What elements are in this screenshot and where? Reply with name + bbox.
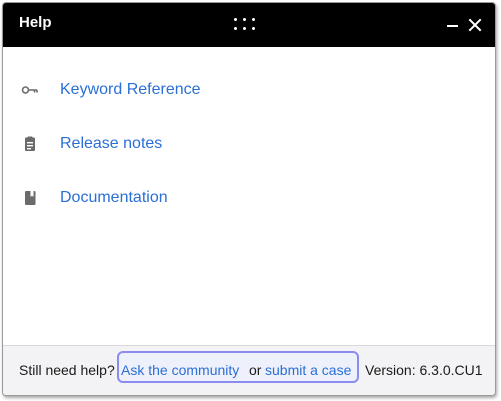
menu-item-label: Keyword Reference [60, 81, 201, 98]
menu-item-documentation[interactable]: Documentation [3, 183, 263, 213]
version-label: Version: 6.3.0.CU1 [365, 362, 483, 378]
title-bar[interactable]: Help [3, 3, 495, 47]
help-panel: Help Keyword Reference Release notes Doc… [2, 2, 496, 396]
close-button[interactable] [465, 15, 485, 35]
footer-connector: or [249, 362, 262, 378]
menu-item-label: Documentation [60, 189, 168, 206]
drag-handle-icon[interactable] [233, 17, 257, 33]
minimize-button[interactable] [444, 15, 462, 35]
menu-item-label: Release notes [60, 135, 163, 152]
close-icon [468, 18, 482, 32]
panel-title: Help [19, 14, 52, 31]
menu-item-release-notes[interactable]: Release notes [3, 129, 263, 159]
clipboard-icon [21, 136, 39, 152]
key-icon [21, 82, 39, 98]
help-footer: Still need help? Ask the community or su… [3, 345, 495, 395]
footer-prompt: Still need help? [19, 362, 115, 378]
submit-case-link[interactable]: submit a case [265, 362, 351, 378]
book-icon [21, 190, 39, 206]
ask-community-link[interactable]: Ask the community [121, 362, 239, 378]
menu-item-keyword-reference[interactable]: Keyword Reference [3, 75, 263, 105]
